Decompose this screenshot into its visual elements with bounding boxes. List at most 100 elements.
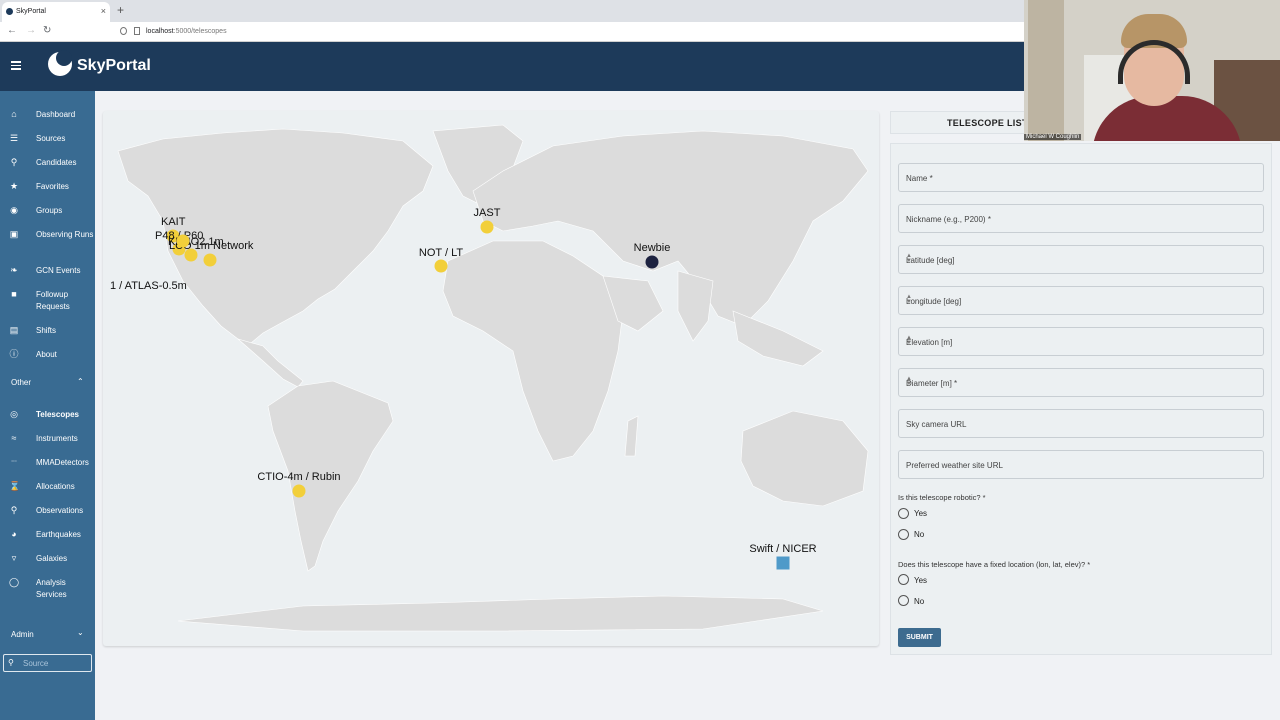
url-path: :5000/telescopes: [173, 28, 227, 35]
telescope-marker-lco-1m-network[interactable]: [203, 253, 217, 267]
telescope-marker-ctio-4m-rubin[interactable]: [292, 484, 306, 498]
longitude-field[interactable]: Longitude [deg] ▲ ▼: [898, 286, 1264, 315]
stepper-icon[interactable]: ▲ ▼: [906, 335, 1256, 346]
search-icon: ⚲: [10, 505, 18, 515]
telescope-label-jast: JAST: [474, 207, 501, 219]
fixed-location-question: Does this telescope have a fixed locatio…: [898, 560, 1091, 569]
telescope-marker-not-lt[interactable]: [434, 259, 448, 273]
new-tab-button[interactable]: +: [117, 3, 124, 17]
africa-landmass: [442, 240, 624, 462]
telescope-marker-1-atlas-0-5m[interactable]: [176, 234, 190, 248]
briefcase-icon: ■: [11, 289, 17, 299]
telescope-marker-newbie[interactable]: [645, 255, 659, 269]
detector-icon: ⋅⋅⋅: [11, 459, 17, 465]
hamburger-menu-icon[interactable]: [11, 61, 21, 70]
sidebar-item-label: Sources: [36, 134, 66, 143]
url-field[interactable]: localhost:5000/telescopes: [146, 28, 227, 35]
telescope-icon: ◎: [10, 409, 18, 419]
fixed-yes-radio[interactable]: [898, 574, 909, 585]
madagascar-landmass: [624, 415, 639, 457]
star-icon: ★: [9, 181, 19, 191]
submit-button[interactable]: SUBMIT: [898, 628, 941, 647]
pie-icon: ◕: [11, 529, 17, 539]
weather-url-label: Preferred weather site URL: [906, 461, 1003, 470]
wifi-icon: ≈: [11, 433, 17, 443]
fixed-yes-label[interactable]: Yes: [914, 576, 927, 585]
search-icon: ⚲: [8, 658, 14, 667]
telescope-label-not-lt: NOT / LT: [419, 247, 463, 259]
robotic-no-label[interactable]: No: [914, 530, 924, 539]
filter-icon: ▿: [11, 553, 17, 563]
search-placeholder: Source: [23, 659, 49, 668]
sidebar-item-label: Earthquakes: [36, 530, 81, 539]
sidebar-item-label: Observations: [36, 506, 84, 515]
telescope-map[interactable]: KAITP48 / P60KPNO2.1mLCO 1m Network1 / A…: [103, 111, 879, 646]
diameter-field[interactable]: Diameter [m] * ▲ ▼: [898, 368, 1264, 397]
shield-icon[interactable]: [120, 27, 127, 35]
sidebar-item-label: Telescopes: [36, 410, 79, 419]
sidebar-item-label: Candidates: [36, 158, 77, 167]
australia-landmass: [740, 410, 869, 507]
robotic-yes-label[interactable]: Yes: [914, 509, 927, 518]
info-icon: ⓘ: [9, 349, 19, 359]
reload-icon[interactable]: ↻: [43, 25, 51, 36]
sky-camera-url-label: Sky camera URL: [906, 420, 967, 429]
forward-arrow-icon[interactable]: →: [26, 25, 36, 36]
sidebar-item-label: About: [36, 350, 57, 359]
telescope-label-1-atlas-0-5m: 1 / ATLAS-0.5m: [110, 280, 187, 292]
sidebar-item-label: Followup Requests: [36, 290, 70, 311]
sidebar-item-label: Favorites: [36, 182, 69, 191]
sky-camera-url-field[interactable]: Sky camera URL: [898, 409, 1264, 438]
telescope-label-ctio-4m-rubin: CTIO-4m / Rubin: [257, 471, 340, 483]
stepper-icon[interactable]: ▲ ▼: [906, 376, 1256, 387]
southeast-asia-landmass: [732, 310, 824, 367]
robotic-question: Is this telescope robotic? *: [898, 493, 986, 502]
name-field[interactable]: Name *: [898, 163, 1264, 192]
chevron-up-icon[interactable]: ⌃: [77, 377, 84, 386]
robotic-no-radio[interactable]: [898, 529, 909, 540]
skyportal-logo[interactable]: [48, 50, 72, 76]
weather-url-field[interactable]: Preferred weather site URL: [898, 450, 1264, 479]
sidebar-item-label: MMADetectors: [36, 458, 89, 467]
source-search-input[interactable]: ⚲ Source: [3, 654, 92, 672]
chevron-down-icon[interactable]: ⌄: [77, 628, 84, 637]
brand-title[interactable]: SkyPortal: [77, 57, 151, 75]
sidebar-item-label: Observing Runs: [36, 230, 94, 239]
nickname-field[interactable]: Nickname (e.g., P200) *: [898, 204, 1264, 233]
telescope-marker-swift-nicer[interactable]: [776, 556, 790, 570]
stepper-icon[interactable]: ▲ ▼: [906, 253, 1256, 264]
robotic-yes-radio[interactable]: [898, 508, 909, 519]
telescope-label-swift-nicer: Swift / NICER: [749, 543, 816, 555]
nickname-field-label: Nickname (e.g., P200) *: [906, 215, 991, 224]
central-america-landmass: [237, 338, 304, 388]
shifts-icon: ▤: [9, 325, 19, 335]
name-field-label: Name *: [906, 174, 933, 183]
back-arrow-icon[interactable]: ←: [7, 25, 17, 36]
stepper-icon[interactable]: ▲ ▼: [906, 294, 1256, 305]
browser-tab[interactable]: SkyPortal ×: [2, 2, 110, 22]
sidebar-section-other[interactable]: Other: [11, 378, 31, 387]
sidebar-item-label: Dashboard: [36, 110, 76, 119]
fixed-no-radio[interactable]: [898, 595, 909, 606]
antarctica-landmass: [177, 595, 824, 632]
fixed-no-label[interactable]: No: [914, 597, 924, 606]
telescope-marker-jast[interactable]: [480, 220, 494, 234]
sidebar-item-label: Allocations: [36, 482, 75, 491]
sidebar-section-admin[interactable]: Admin: [11, 630, 34, 639]
close-tab-icon[interactable]: ×: [101, 6, 106, 16]
sidebar-item-label: Analysis Services: [36, 578, 67, 599]
groups-icon: ◉: [10, 205, 18, 215]
sidebar-item-label: GCN Events: [36, 266, 81, 275]
analysis-icon: ◯: [9, 577, 20, 587]
tab-title: SkyPortal: [16, 8, 46, 15]
list-icon: ☰: [9, 133, 19, 143]
skyportal-favicon: [6, 8, 13, 15]
india-landmass: [677, 270, 714, 342]
sidebar-item-label: Groups: [36, 206, 63, 215]
observing-icon: ▣: [9, 229, 19, 239]
tab-telescope-list-label: TELESCOPE LIST: [947, 118, 1028, 128]
elevation-field[interactable]: Elevation [m] ▲ ▼: [898, 327, 1264, 356]
latitude-field[interactable]: Latitude [deg] ▲ ▼: [898, 245, 1264, 274]
broadcast-icon: ❧: [10, 265, 18, 275]
hourglass-icon: ⌛: [9, 481, 21, 491]
